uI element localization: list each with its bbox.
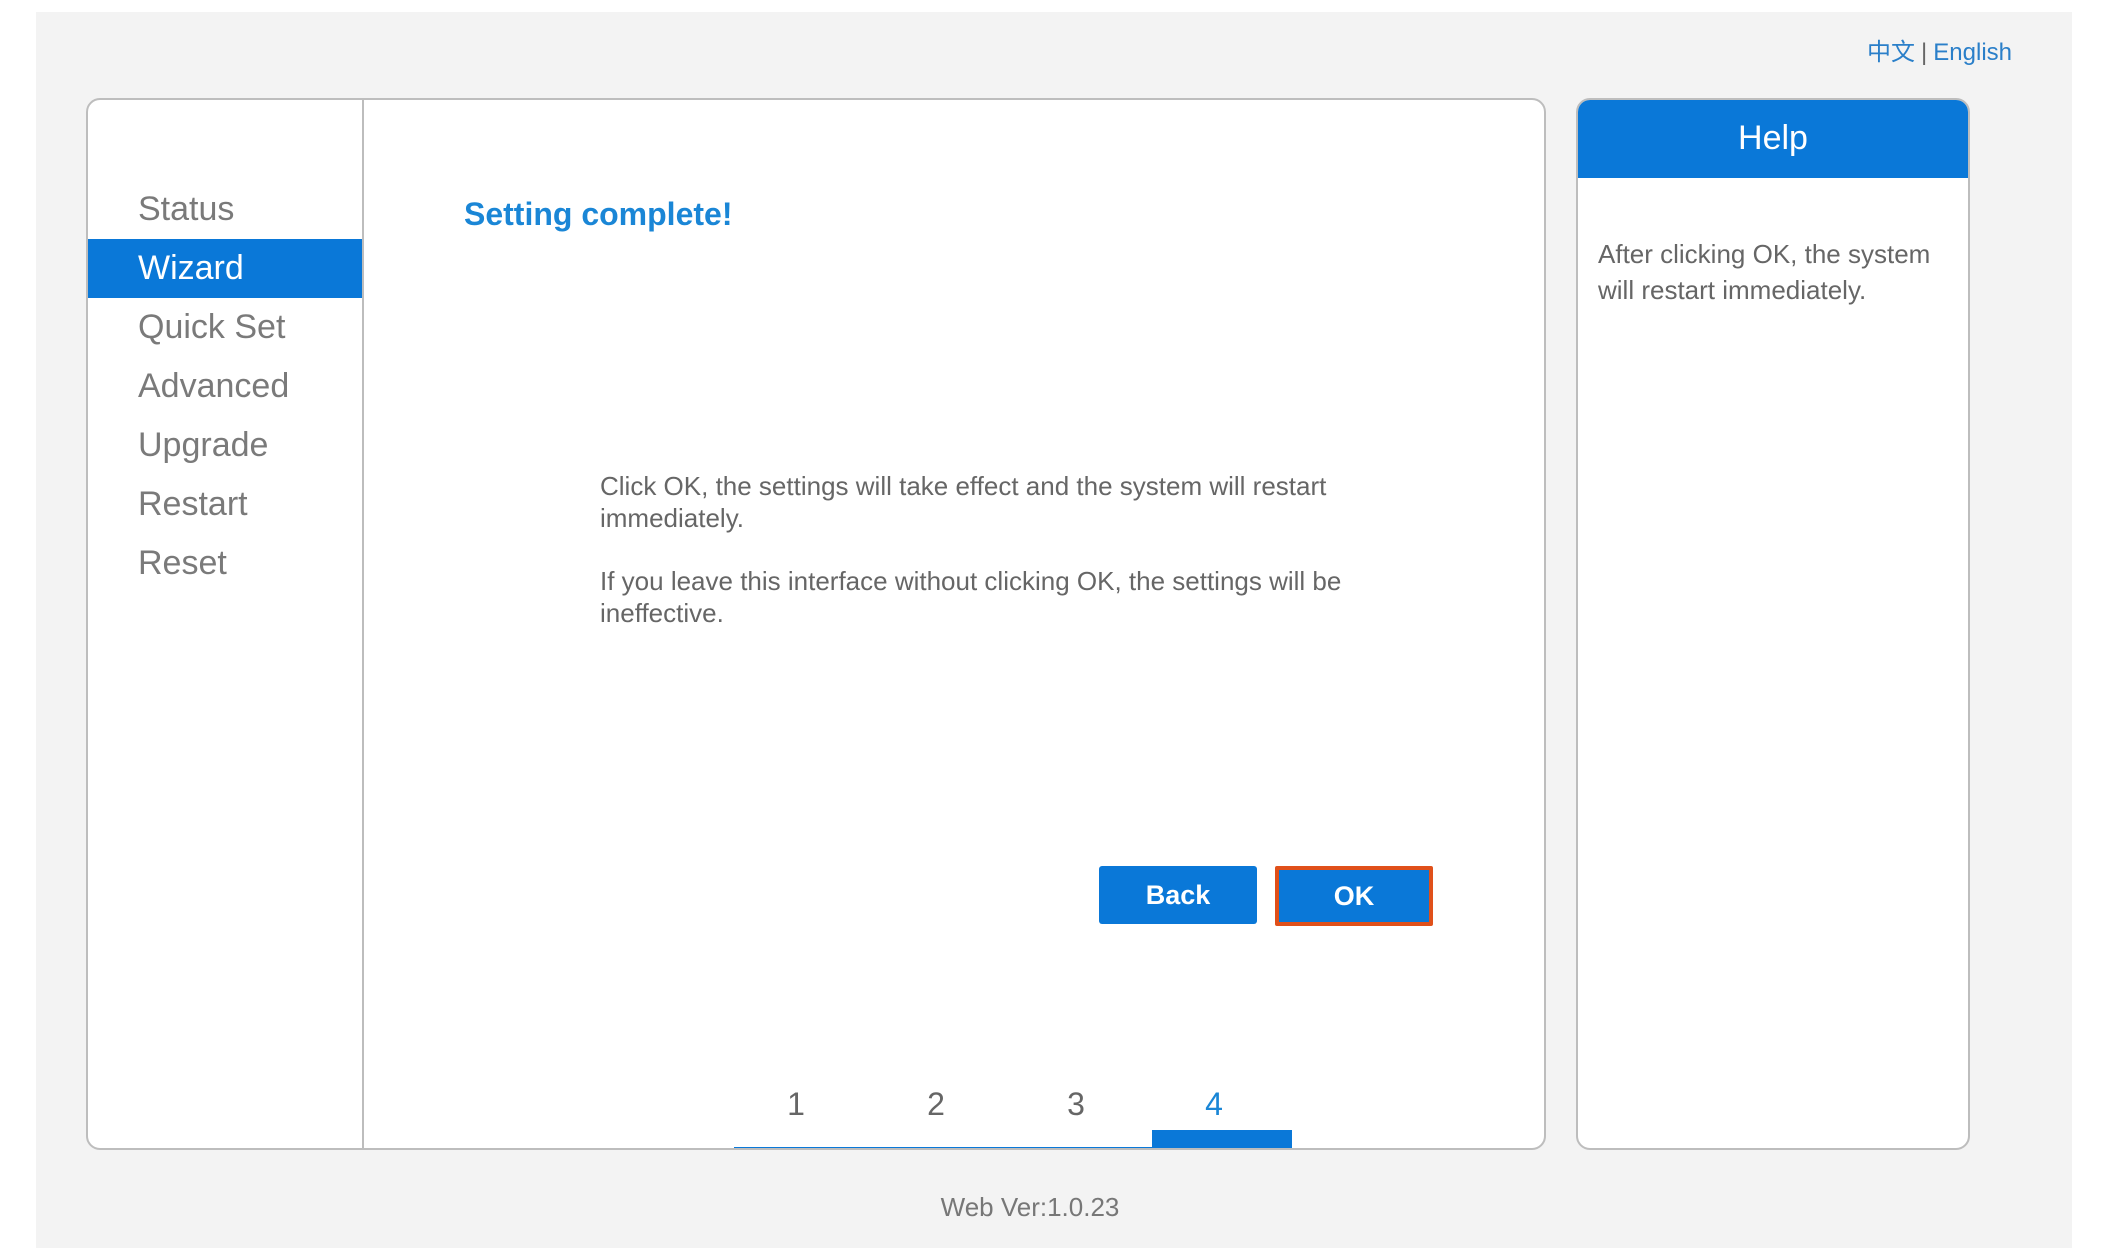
- help-title: Help: [1578, 100, 1968, 178]
- main-panel: Status Wizard Quick Set Advanced Upgrade…: [86, 98, 1546, 1150]
- warning-message: If you leave this interface without clic…: [600, 566, 1342, 628]
- sidebar-item-status[interactable]: Status: [88, 180, 362, 239]
- step-current-marker: [1152, 1130, 1292, 1148]
- step-1-label: 1: [787, 1086, 805, 1122]
- step-3-label: 3: [1067, 1086, 1085, 1122]
- language-english-link[interactable]: English: [1933, 39, 2012, 66]
- page-title: Setting complete!: [464, 196, 733, 232]
- restart-message: Click OK, the settings will take effect …: [600, 471, 1327, 533]
- sidebar-item-restart[interactable]: Restart: [88, 475, 362, 534]
- sidebar-item-reset[interactable]: Reset: [88, 534, 362, 593]
- sidebar-nav: Status Wizard Quick Set Advanced Upgrade…: [88, 100, 364, 1148]
- help-text: After clicking OK, the system will resta…: [1598, 239, 1931, 305]
- step-2-label: 2: [927, 1086, 945, 1122]
- language-chinese-link[interactable]: 中文: [1867, 39, 1915, 66]
- step-4-label: 4: [1205, 1086, 1223, 1122]
- ok-button[interactable]: OK: [1275, 866, 1433, 926]
- sidebar-item-advanced[interactable]: Advanced: [88, 357, 362, 416]
- sidebar-item-wizard[interactable]: Wizard: [88, 239, 362, 298]
- wizard-content: Setting complete! Click OK, the settings…: [364, 100, 1544, 1148]
- sidebar-item-upgrade[interactable]: Upgrade: [88, 416, 362, 475]
- language-separator: |: [1921, 39, 1928, 66]
- web-version: Web Ver:1.0.23: [940, 1192, 1120, 1222]
- language-switcher: 中文 | English: [1867, 32, 2012, 67]
- back-button[interactable]: Back: [1099, 866, 1257, 924]
- help-panel: Help After clicking OK, the system will …: [1576, 98, 1970, 1150]
- sidebar-item-quick-set[interactable]: Quick Set: [88, 298, 362, 357]
